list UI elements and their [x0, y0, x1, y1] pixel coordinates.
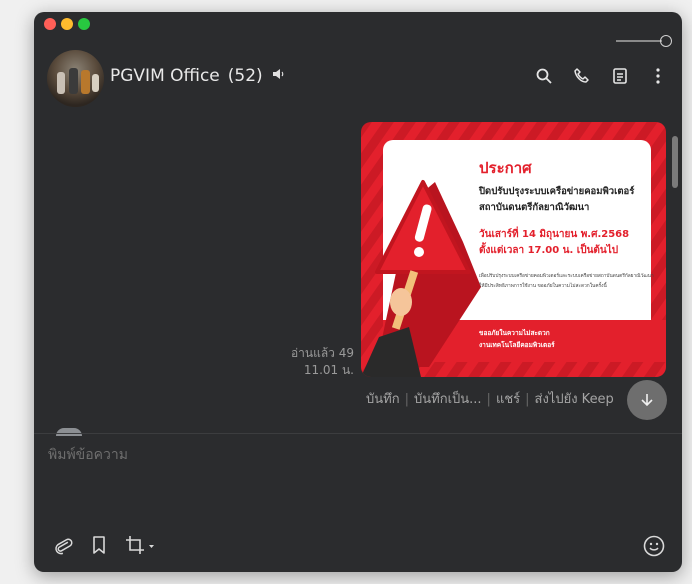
- announcement-detail-2: ให้มีประสิทธิภาพการใช้งาน ขออภัยในความไม…: [479, 284, 607, 289]
- more-icon[interactable]: [648, 66, 668, 86]
- opacity-slider[interactable]: [616, 35, 672, 47]
- zoom-window-button[interactable]: [78, 18, 90, 30]
- message-area[interactable]: อ่านแล้ว 49 11.01 น. ประกาศ ปิดปรับปรุงร…: [34, 112, 682, 436]
- announcement-heading: ประกาศ: [479, 159, 532, 177]
- chat-name: PGVIM Office: [110, 66, 220, 86]
- image-actions: บันทึก | บันทึกเป็น... | แชร์ | ส่งไปยัง Keep: [366, 392, 614, 407]
- announcement-image[interactable]: ประกาศ ปิดปรับปรุงระบบเครือข่ายคอมพิวเตอ…: [361, 122, 666, 377]
- announcement-banner-2: งานเทคโนโลยีคอมพิวเตอร์: [479, 341, 555, 349]
- next-message-avatar: [56, 428, 82, 436]
- speaker-icon[interactable]: [271, 66, 285, 86]
- emoji-icon[interactable]: [642, 534, 666, 558]
- search-icon[interactable]: [534, 66, 554, 86]
- minimize-window-button[interactable]: [61, 18, 73, 30]
- message-time: 11.01 น.: [303, 363, 354, 377]
- notes-icon[interactable]: [610, 66, 630, 86]
- message-meta: อ่านแล้ว 49 11.01 น.: [264, 345, 354, 379]
- close-window-button[interactable]: [44, 18, 56, 30]
- scrollbar-thumb[interactable]: [672, 136, 678, 188]
- crop-icon[interactable]: [124, 534, 158, 556]
- scroll-to-bottom-button[interactable]: [627, 380, 667, 420]
- header-actions: [534, 66, 668, 86]
- read-count: อ่านแล้ว 49: [290, 346, 354, 360]
- announcement-date-1: วันเสาร์ที่ 14 มิถุนายน พ.ศ.2568: [479, 229, 630, 240]
- message-input[interactable]: พิมพ์ข้อความ: [48, 444, 128, 466]
- window-controls: [44, 18, 90, 30]
- group-avatar[interactable]: [47, 50, 104, 107]
- chat-title[interactable]: PGVIM Office (52): [110, 66, 285, 86]
- announcement-banner-1: ขออภัยในความไม่สะดวก: [479, 329, 550, 337]
- announcement-detail-1: เพื่อปรับปรุงระบบเครือข่ายคอมพิวเตอร์และ…: [479, 274, 654, 279]
- announcement-line-2: สถาบันดนตรีกัลยาณิวัฒนา: [479, 202, 590, 213]
- bookmark-icon[interactable]: [88, 534, 110, 556]
- share-action[interactable]: แชร์: [496, 392, 520, 407]
- announcement-date-2: ตั้งแต่เวลา 17.00 น. เป็นต้นไป: [479, 245, 619, 256]
- attachment-icon[interactable]: [52, 534, 74, 556]
- chat-header: PGVIM Office (52): [34, 48, 682, 108]
- composer-divider: [34, 433, 682, 434]
- save-as-action[interactable]: บันทึกเป็น...: [414, 392, 482, 407]
- phone-icon[interactable]: [572, 66, 592, 86]
- save-action[interactable]: บันทึก: [366, 392, 400, 407]
- member-count: (52): [227, 66, 263, 86]
- send-to-keep-action[interactable]: ส่งไปยัง Keep: [535, 392, 614, 407]
- composer-toolbar: [52, 534, 158, 556]
- slider-knob[interactable]: [660, 35, 672, 47]
- arrow-down-icon: [641, 394, 653, 407]
- chat-window: PGVIM Office (52) อ่านแล้ว 49 11.01 น. ป…: [34, 12, 682, 572]
- announcement-line-1: ปิดปรับปรุงระบบเครือข่ายคอมพิวเตอร์: [479, 186, 635, 197]
